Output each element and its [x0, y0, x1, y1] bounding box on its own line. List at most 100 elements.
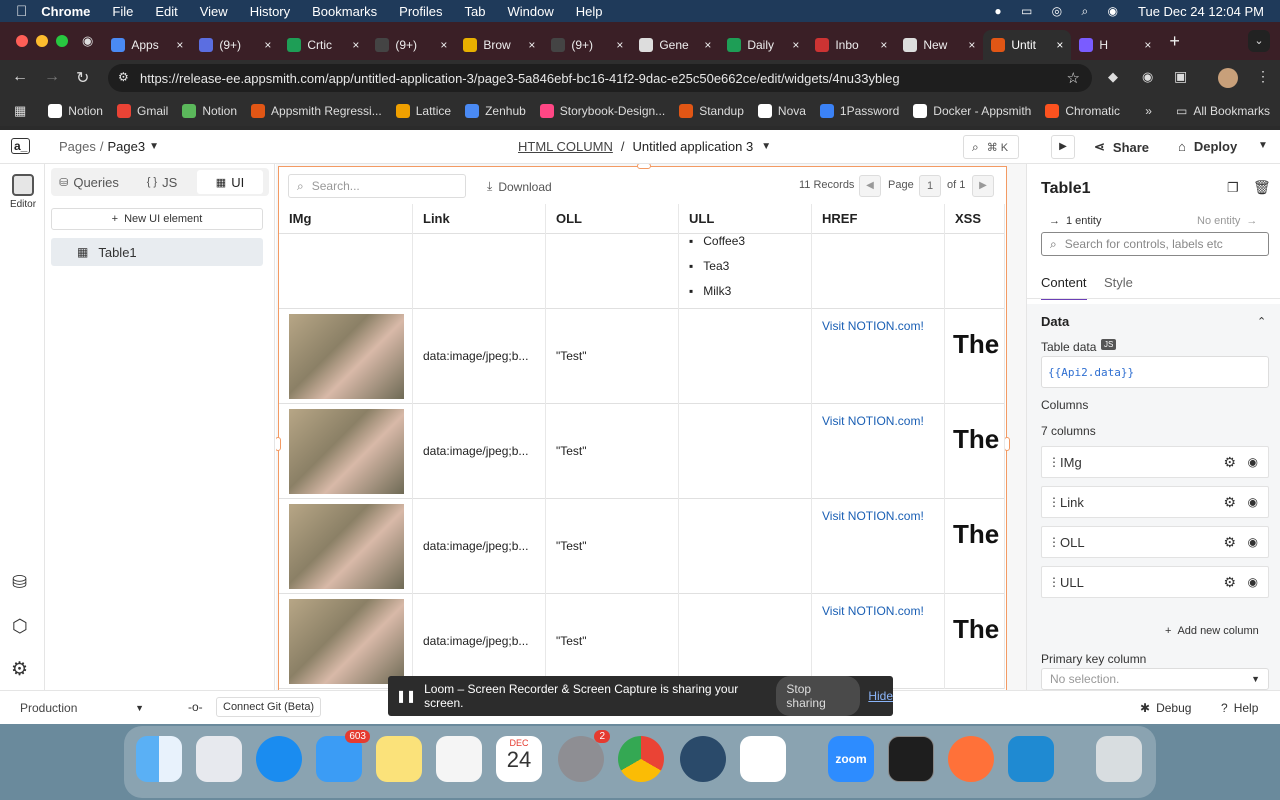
column-settings-gear-icon[interactable]: ⚙ [1223, 574, 1236, 591]
bookmark-item[interactable]: Chromatic [1045, 104, 1120, 118]
column-settings-gear-icon[interactable]: ⚙ [1223, 494, 1236, 511]
delete-widget-icon[interactable]: 🗑 [1253, 179, 1271, 196]
calendar-icon[interactable]: DEC 24 [496, 736, 542, 782]
section-data-header[interactable]: Data [1041, 314, 1069, 329]
property-pane-title[interactable]: Table1 [1041, 180, 1091, 198]
bookmark-item[interactable]: Nova [757, 104, 806, 118]
column-visibility-eye-icon[interactable]: ◉ [1248, 495, 1258, 509]
column-config-item[interactable]: ⋮ OLL ⚙ ◉ [1041, 526, 1269, 558]
share-button[interactable]: ⋖ Share [1094, 139, 1149, 155]
chrome-icon[interactable] [618, 736, 664, 782]
widget-tree-item-table1[interactable]: ▦ Table1 [51, 238, 263, 266]
close-tab-icon[interactable]: × [616, 38, 623, 52]
terminal-icon[interactable] [888, 736, 934, 782]
row-image[interactable] [289, 314, 404, 399]
table-widget[interactable]: ⌕ Search... ⤓ Download 11 Records ◀ Page… [276, 164, 1010, 690]
profile-avatar[interactable] [1218, 68, 1238, 88]
page-selector[interactable]: Pages / Page3 ▼ [59, 139, 159, 154]
editor-rail-item[interactable]: Editor [6, 174, 40, 210]
browser-tab[interactable]: Apps × [103, 30, 191, 60]
column-settings-gear-icon[interactable]: ⚙ [1223, 534, 1236, 551]
slack-icon[interactable] [740, 736, 786, 782]
table-row[interactable]: data:image/jpeg;b... "Test" Visit NOTION.c… [279, 499, 1005, 594]
preview-button[interactable]: ▶ [1051, 135, 1075, 159]
deploy-button[interactable]: ⌂ Deploy [1178, 139, 1237, 154]
chevron-up-icon[interactable]: ⌃ [1257, 315, 1266, 328]
table-header-cell[interactable]: OLL [546, 204, 679, 234]
close-tab-icon[interactable]: × [792, 38, 799, 52]
maximize-window-button[interactable] [56, 35, 68, 47]
close-tab-icon[interactable]: × [1144, 38, 1151, 52]
row-image[interactable] [289, 504, 404, 589]
column-visibility-eye-icon[interactable]: ◉ [1248, 455, 1258, 469]
deploy-options-chevron-icon[interactable]: ▼ [1258, 140, 1268, 151]
hide-banner-link[interactable]: Hide [868, 689, 893, 703]
column-config-item[interactable]: ⋮ Link ⚙ ◉ [1041, 486, 1269, 518]
download-button[interactable]: ⤓ Download [487, 179, 552, 194]
tab-content[interactable]: Content [1041, 275, 1087, 300]
zoom-icon[interactable]: zoom [828, 736, 874, 782]
bookmark-item[interactable]: Notion [48, 104, 103, 118]
row-image[interactable] [289, 409, 404, 494]
drag-handle-icon[interactable]: ⋮ [1048, 495, 1060, 509]
bookmark-item[interactable]: Notion [182, 104, 237, 118]
prev-page-button[interactable]: ◀ [859, 175, 881, 197]
all-bookmarks[interactable]: ▭ All Bookmarks [1176, 104, 1270, 118]
menubar-app-name[interactable]: Chrome [41, 4, 90, 19]
close-window-button[interactable] [16, 35, 28, 47]
bookmark-item[interactable]: Zenhub [465, 104, 526, 118]
href-link[interactable]: Visit NOTION.com! [822, 604, 924, 618]
menu-view[interactable]: View [200, 4, 228, 19]
drag-handle-icon[interactable]: ⋮ [1048, 455, 1060, 469]
add-new-column-button[interactable]: + Add new column [1165, 625, 1259, 637]
menu-file[interactable]: File [112, 4, 133, 19]
chrome-menu-icon[interactable]: ⋮ [1256, 68, 1270, 85]
table-header-cell[interactable]: IMg [279, 204, 413, 234]
bookmarks-overflow-icon[interactable]: » [1145, 104, 1152, 118]
pause-icon[interactable]: ❚❚ [396, 689, 416, 703]
primary-key-select[interactable]: No selection. ▼ [1041, 668, 1269, 690]
row-image[interactable] [289, 599, 404, 684]
finder-icon[interactable] [136, 736, 182, 782]
system-settings-icon[interactable]: 2 [558, 730, 610, 782]
app-name[interactable]: Untitled application 3 [632, 139, 753, 154]
column-config-item[interactable]: ⋮ ULL ⚙ ◉ [1041, 566, 1269, 598]
table-row[interactable]: data:image/jpeg;b... "Test" Visit NOTION.c… [279, 309, 1005, 404]
quicktime-icon[interactable] [680, 736, 726, 782]
bookmark-item[interactable]: Standup [679, 104, 744, 118]
column-visibility-eye-icon[interactable]: ◉ [1248, 535, 1258, 549]
browser-tab[interactable]: Daily × [719, 30, 807, 60]
table-header-cell[interactable]: ULL [679, 204, 812, 234]
column-settings-gear-icon[interactable]: ⚙ [1223, 454, 1236, 471]
drag-handle-icon[interactable]: ⋮ [1048, 575, 1060, 589]
menu-help[interactable]: Help [576, 4, 603, 19]
href-link[interactable]: Visit NOTION.com! [822, 319, 924, 333]
no-entity-connections[interactable]: No entity → [1197, 215, 1257, 227]
table-row[interactable]: data:image/jpeg;b... "Test" Visit NOTION.c… [279, 404, 1005, 499]
browser-tab[interactable]: Brow × [455, 30, 543, 60]
browser-tab[interactable]: H × [1071, 30, 1159, 60]
close-tab-icon[interactable]: × [1056, 38, 1063, 52]
copy-widget-icon[interactable]: ❐ [1227, 180, 1239, 196]
extension-icon-2[interactable]: ◉ [1142, 69, 1153, 85]
bookmark-item[interactable]: Storybook-Design... [539, 104, 665, 118]
new-ui-element-button[interactable]: + New UI element [51, 208, 263, 230]
table-header-cell[interactable]: Link [413, 204, 546, 234]
reload-icon[interactable]: ↻ [76, 68, 89, 88]
browser-tab[interactable]: (9+) × [367, 30, 455, 60]
datasource-icon[interactable]: ⛁ [12, 572, 27, 593]
close-tab-icon[interactable]: × [440, 38, 447, 52]
environment-select[interactable]: Production ▼ [12, 696, 152, 720]
browser-tab[interactable]: Gene × [631, 30, 719, 60]
close-tab-icon[interactable]: × [880, 38, 887, 52]
table-search-input[interactable]: ⌕ Search... [288, 174, 466, 198]
site-settings-icon[interactable]: ⚙ [118, 70, 129, 84]
tab-search-button[interactable]: ⌄ [1248, 30, 1270, 52]
entity-connections[interactable]: → 1 entity [1049, 215, 1101, 227]
browser-tab[interactable]: Untit × [983, 30, 1072, 60]
menu-tab[interactable]: Tab [465, 4, 486, 19]
bookmark-item[interactable]: 1Password [819, 104, 899, 118]
apple-icon[interactable]:  [16, 3, 27, 20]
extension-icon-1[interactable]: ◆ [1108, 69, 1118, 85]
href-link[interactable]: Visit NOTION.com! [822, 509, 924, 523]
